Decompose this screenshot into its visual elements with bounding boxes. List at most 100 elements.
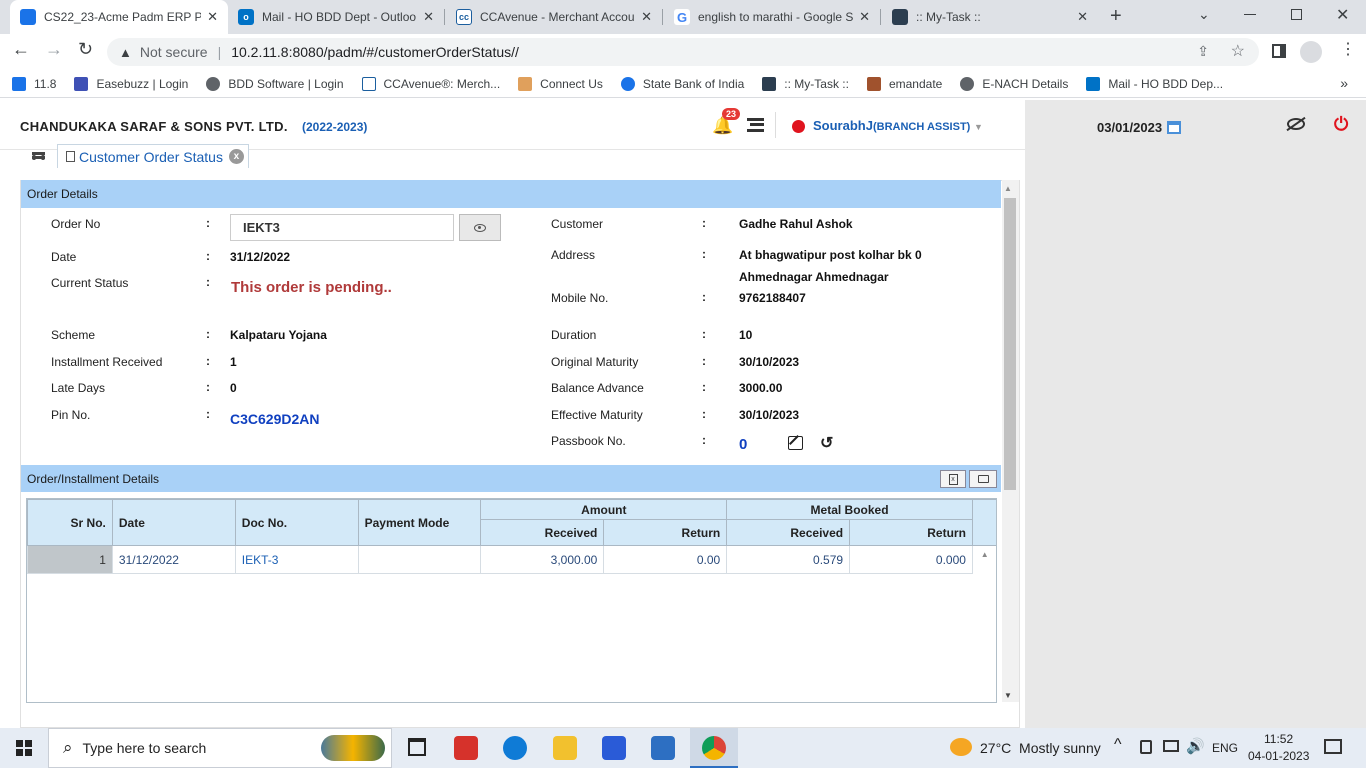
date-value: 31/12/2022 [230, 250, 291, 264]
minimize-icon[interactable] [1244, 14, 1256, 15]
bookmark-item[interactable]: emandate [866, 76, 942, 91]
bookmark-star-icon[interactable]: ☆ [1231, 41, 1245, 61]
col-metal-received[interactable]: Received [726, 519, 851, 546]
browser-tab-erp[interactable]: CS22_23-Acme Padm ERP Pla ✕ [10, 0, 228, 34]
grid-scroll-up-icon[interactable]: ▲ [972, 546, 996, 574]
scroll-down-icon[interactable]: ▼ [1004, 691, 1012, 700]
app-icon-vcard[interactable] [454, 736, 478, 760]
close-tab-icon[interactable]: ✕ [1077, 9, 1088, 25]
side-panel-icon[interactable] [1272, 44, 1286, 58]
view-order-button[interactable] [459, 214, 501, 241]
back-icon[interactable]: ← [12, 39, 30, 60]
customer-label: Customer [551, 217, 604, 231]
clock-time[interactable]: 11:52 [1264, 732, 1293, 746]
close-window-icon[interactable]: ✕ [1336, 5, 1349, 25]
browser-tab-mail[interactable]: o Mail - HO BDD Dept - Outloo ✕ [228, 0, 444, 34]
close-tab-icon[interactable]: ✕ [641, 9, 652, 25]
eye-icon [474, 223, 486, 232]
apps-grid-icon[interactable] [30, 150, 48, 162]
colon: : [206, 354, 210, 368]
taskbar-search-box[interactable]: ⌕ Type here to search [48, 728, 392, 768]
col-payment-mode[interactable]: Payment Mode [357, 499, 482, 546]
close-tab-icon[interactable]: ✕ [859, 9, 870, 25]
notifications-icon[interactable] [1324, 739, 1342, 754]
browser-tab-mytask[interactable]: :: My-Task :: ✕ [882, 0, 1098, 34]
scrollbar-track[interactable]: ▲ ▼ [1002, 180, 1019, 702]
mail-icon[interactable] [651, 736, 675, 760]
restore-icon[interactable] [1291, 9, 1302, 20]
col-amount-received[interactable]: Received [480, 519, 605, 546]
profile-avatar-icon[interactable] [1300, 41, 1322, 63]
bookmark-item[interactable]: CCAvenue®: Merch... [361, 76, 500, 91]
bookmark-label: State Bank of India [642, 76, 745, 91]
col-sr-no[interactable]: Sr No. [27, 499, 113, 546]
print-button[interactable] [969, 470, 997, 488]
reload-icon[interactable]: ↻ [78, 39, 93, 60]
bookmark-item[interactable]: Easebuzz | Login [74, 76, 188, 91]
colon: : [702, 247, 706, 261]
address-bar[interactable]: ▲ Not secure | 10.2.11.8:8080/padm/#/cus… [107, 38, 1259, 66]
browser-tab-ccavenue[interactable]: cc CCAvenue - Merchant Accou ✕ [446, 0, 662, 34]
order-no-input[interactable]: IEKT3 [230, 214, 454, 241]
calendar-icon[interactable] [1167, 121, 1181, 134]
bookmark-item[interactable]: BDD Software | Login [206, 76, 344, 91]
bookmark-label: 11.8 [34, 76, 57, 91]
tab-search-icon[interactable]: ⌄ [1198, 6, 1210, 23]
scrollbar-thumb[interactable] [1004, 198, 1016, 490]
browser-tab-google[interactable]: G english to marathi - Google S ✕ [664, 0, 880, 34]
bookmarks-overflow[interactable]: » [1340, 75, 1348, 91]
volume-icon[interactable]: 🔊 [1186, 737, 1205, 755]
share-icon[interactable]: ⇪ [1197, 43, 1209, 60]
col-metal-return[interactable]: Return [849, 519, 973, 546]
file-explorer-icon[interactable] [553, 736, 577, 760]
edit-icon[interactable] [788, 435, 803, 450]
sbi-icon [620, 76, 635, 91]
chrome-taskbar-button[interactable] [690, 728, 738, 768]
scroll-up-icon[interactable]: ▲ [1004, 184, 1012, 193]
device-icon[interactable] [1140, 740, 1152, 754]
excel-icon: x [948, 473, 958, 485]
bookmark-item[interactable]: State Bank of India [620, 76, 745, 91]
bookmark-item[interactable]: Mail - HO BDD Dep... [1086, 76, 1223, 91]
close-tab-icon[interactable]: x [228, 149, 244, 164]
show-hidden-icons[interactable]: ^ [1114, 736, 1122, 754]
bookmark-item[interactable]: E-NACH Details [960, 76, 1068, 91]
col-doc-no[interactable]: Doc No. [234, 499, 359, 546]
close-tab-icon[interactable]: ✕ [423, 9, 434, 25]
address-label: Address [551, 248, 596, 262]
forward-icon[interactable]: → [45, 39, 63, 60]
power-icon[interactable]: ⏻ [1334, 114, 1348, 135]
new-tab-button[interactable]: + [1110, 5, 1122, 28]
url-text[interactable]: 10.2.11.8:8080/padm/#/customerOrderStatu… [231, 44, 519, 60]
cell-payment-mode [357, 545, 482, 574]
clock-date[interactable]: 04-01-2023 [1248, 749, 1309, 763]
mytask-icon [892, 9, 908, 25]
chevron-down-icon: ▼ [973, 122, 983, 132]
financial-year: (2022-2023) [302, 120, 368, 134]
col-amount-return[interactable]: Return [603, 519, 728, 546]
windows-start-icon[interactable] [16, 740, 32, 756]
original-maturity-label: Original Maturity [551, 355, 639, 369]
browser-menu-icon[interactable]: ⋮ [1340, 39, 1356, 59]
bookmark-item[interactable]: Connect Us [518, 76, 603, 91]
network-icon[interactable] [1163, 740, 1179, 752]
history-icon[interactable]: ↺ [820, 433, 833, 453]
cell-doc-no[interactable]: IEKT-3 [234, 545, 359, 574]
task-view-icon[interactable] [408, 738, 426, 756]
tab-customer-order-status[interactable]: Customer Order Status x [57, 144, 249, 168]
edge-icon[interactable] [503, 736, 527, 760]
cell-metal-received: 0.579 [726, 545, 851, 574]
balance-advance-value: 3000.00 [739, 381, 783, 395]
export-excel-button[interactable]: x [940, 470, 966, 488]
close-tab-icon[interactable]: ✕ [207, 9, 218, 25]
col-date[interactable]: Date [111, 499, 236, 546]
user-menu[interactable]: SourabhJ(BRANCH ASSIST) ▼ [813, 118, 983, 133]
store-icon[interactable] [602, 736, 626, 760]
weather-text[interactable]: 27°C Mostly sunny [980, 740, 1101, 756]
table-row[interactable]: 1 31/12/2022 IEKT-3 3,000.00 0.00 0.579 … [27, 545, 997, 574]
bookmark-item[interactable]: 11.8 [12, 76, 57, 91]
pin-no-value: C3C629D2AN [230, 411, 320, 427]
language-indicator[interactable]: ENG [1212, 741, 1238, 755]
installment-received-label: Installment Received [51, 355, 163, 369]
bookmark-item[interactable]: :: My-Task :: [762, 76, 849, 91]
